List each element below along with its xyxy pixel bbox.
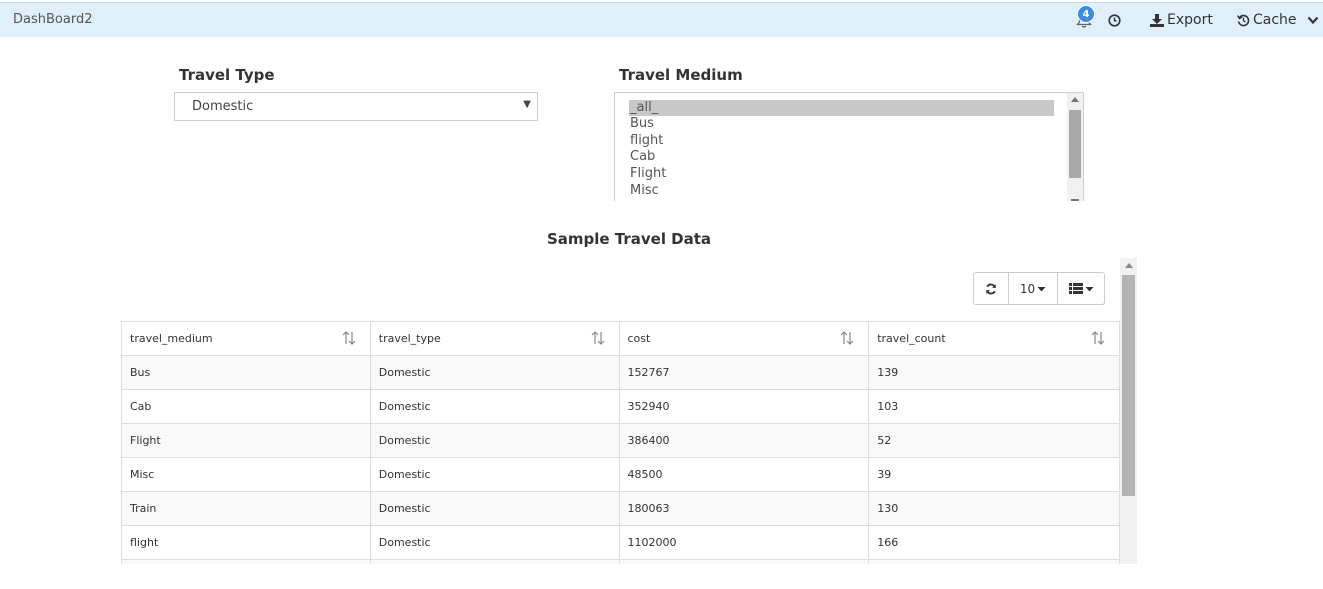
cell-travel-medium (121, 559, 371, 564)
cell-cost: 352940 (618, 389, 870, 424)
cache-button[interactable]: Cache (1237, 12, 1297, 28)
sort-arrows-icon[interactable] (840, 331, 854, 345)
clock-icon[interactable] (1108, 14, 1121, 27)
listbox-scrollbar[interactable] (1067, 93, 1083, 201)
column-header-label: travel_type (378, 332, 441, 345)
cell-travel-medium: Misc (121, 457, 371, 492)
cell-travel-medium: Cab (121, 389, 371, 424)
cell-cost: 48500 (618, 457, 870, 492)
travel-medium-label: Travel Medium (619, 66, 743, 84)
table-row[interactable]: Bus Domestic 152767 139 (121, 355, 1120, 390)
listbox-option[interactable]: Bus (629, 116, 1054, 132)
history-icon (1237, 14, 1250, 26)
columns-dropdown[interactable] (1058, 273, 1104, 304)
listbox-option[interactable]: flight (629, 133, 1054, 149)
cache-label: Cache (1253, 12, 1297, 28)
cell-cost: 180063 (618, 491, 870, 526)
travel-type-select[interactable]: Domestic ▼ (174, 92, 538, 121)
page-size-dropdown[interactable]: 10 (1009, 273, 1058, 304)
data-grid-panel: 10 travel_medium travel_type cost travel… (121, 258, 1137, 564)
notification-badge[interactable]: 4 (1077, 5, 1095, 23)
cell-cost (618, 559, 870, 564)
table-header-row: travel_medium travel_type cost travel_co… (121, 321, 1120, 356)
refresh-button[interactable] (974, 273, 1009, 304)
travel-type-label: Travel Type (179, 66, 275, 84)
scroll-up-icon[interactable] (1125, 263, 1133, 268)
travel-type-value: Domestic (192, 99, 254, 114)
listbox-option[interactable]: Flight (629, 166, 1054, 182)
scrollbar-thumb[interactable] (1069, 110, 1081, 178)
export-label: Export (1167, 12, 1213, 28)
app-title: DashBoard2 (13, 12, 93, 27)
table-row[interactable]: Train Domestic 180063 130 (121, 491, 1120, 526)
cell-travel-count: 139 (868, 355, 1120, 390)
export-button[interactable]: Export (1150, 12, 1213, 28)
column-header-cost[interactable]: cost (618, 321, 870, 356)
listbox-option[interactable]: _all_ (629, 100, 1054, 116)
table-row[interactable]: Misc Domestic 48500 39 (121, 457, 1120, 492)
cell-travel-type: Domestic (369, 355, 620, 390)
scroll-up-icon[interactable] (1071, 97, 1079, 102)
sort-arrows-icon[interactable] (591, 331, 605, 345)
page-size-value: 10 (1019, 281, 1036, 296)
cell-travel-medium: flight (121, 525, 371, 560)
cell-travel-type: Domestic (369, 457, 620, 492)
sort-arrows-icon[interactable] (342, 331, 356, 345)
column-header-label: cost (627, 332, 651, 345)
travel-medium-listbox[interactable]: _all_ Bus flight Cab Flight Misc (614, 92, 1084, 201)
listbox-option[interactable]: Misc (629, 183, 1054, 199)
list-icon (1068, 283, 1083, 294)
cell-travel-count: 52 (868, 423, 1120, 458)
scroll-down-icon[interactable] (1071, 199, 1079, 201)
caret-down-icon: ▼ (523, 99, 531, 110)
cell-travel-type: Domestic (369, 525, 620, 560)
cell-cost: 152767 (618, 355, 870, 390)
table-toolbar: 10 (973, 272, 1105, 305)
cell-travel-count (868, 559, 1120, 564)
sort-arrows-icon[interactable] (1091, 331, 1105, 345)
download-icon (1150, 13, 1164, 27)
top-bar: DashBoard2 4 Export Cache (0, 2, 1323, 37)
travel-data-table: travel_medium travel_type cost travel_co… (121, 321, 1120, 564)
cell-cost: 1102000 (618, 525, 870, 560)
table-row[interactable]: flight Domestic 1102000 166 (121, 525, 1120, 560)
cell-travel-type (369, 559, 620, 564)
cell-travel-medium: Flight (121, 423, 371, 458)
column-header-travel-medium[interactable]: travel_medium (121, 321, 371, 356)
column-header-label: travel_count (877, 332, 946, 345)
caret-down-icon (1085, 286, 1093, 291)
caret-down-icon (1037, 286, 1046, 291)
scrollbar-thumb[interactable] (1122, 275, 1135, 496)
table-row[interactable]: Flight Domestic 386400 52 (121, 423, 1120, 458)
cell-travel-count: 166 (868, 525, 1120, 560)
listbox-option[interactable]: Cab (629, 149, 1054, 165)
cell-travel-count: 103 (868, 389, 1120, 424)
grid-scrollbar[interactable] (1120, 258, 1137, 564)
cell-travel-type: Domestic (369, 491, 620, 526)
refresh-icon (986, 283, 996, 294)
table-row[interactable] (121, 559, 1120, 564)
cell-travel-type: Domestic (369, 389, 620, 424)
cell-travel-medium: Bus (121, 355, 371, 390)
table-row[interactable]: Cab Domestic 352940 103 (121, 389, 1120, 424)
column-header-travel-count[interactable]: travel_count (868, 321, 1120, 356)
cell-travel-count: 39 (868, 457, 1120, 492)
chevron-down-icon[interactable] (1307, 16, 1319, 25)
cell-cost: 386400 (618, 423, 870, 458)
column-header-label: travel_medium (130, 332, 213, 345)
section-title: Sample Travel Data (546, 230, 712, 248)
column-header-travel-type[interactable]: travel_type (369, 321, 620, 356)
cell-travel-type: Domestic (369, 423, 620, 458)
cell-travel-medium: Train (121, 491, 371, 526)
cell-travel-count: 130 (868, 491, 1120, 526)
